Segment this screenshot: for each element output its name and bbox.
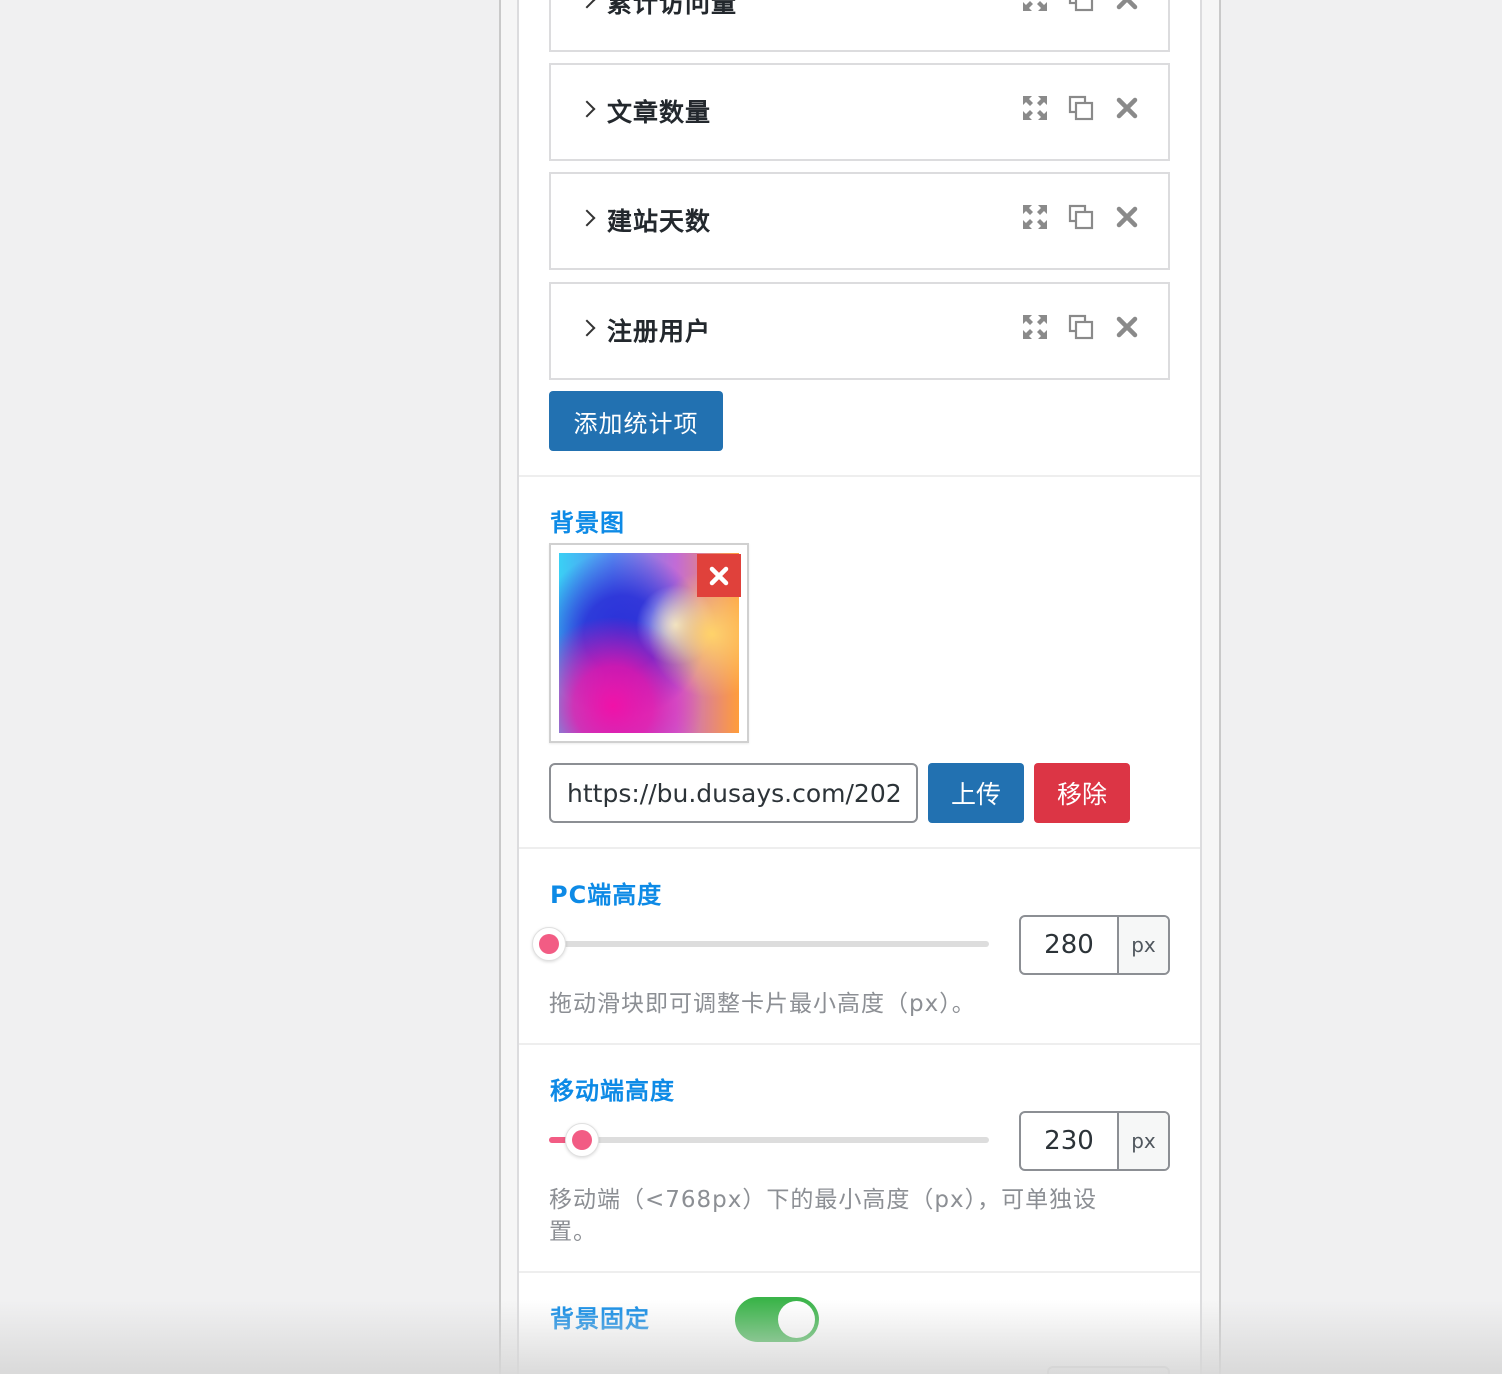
image-url-input[interactable] (549, 763, 918, 823)
pc-height-slider[interactable] (532, 927, 989, 961)
mobile-height-label: 移动端高度 (550, 1077, 675, 1105)
pc-height-unit: px (1119, 917, 1168, 973)
add-stat-button[interactable]: 添加统计项 (549, 391, 723, 451)
chevron-right-icon[interactable] (578, 100, 596, 118)
chevron-right-icon[interactable] (578, 209, 596, 227)
pc-height-help: 拖动滑块即可调整卡片最小高度（px）。 (549, 991, 976, 1017)
stat-item[interactable]: 累计访问量 (549, 0, 1170, 52)
mobile-height-input[interactable]: 230 px (1019, 1111, 1170, 1171)
stat-item-title: 累计访问量 (607, 0, 738, 18)
upload-button[interactable]: 上传 (928, 763, 1024, 823)
stat-item-title: 建站天数 (607, 207, 712, 236)
close-icon[interactable] (1114, 95, 1140, 121)
expand-icon[interactable] (1022, 204, 1048, 230)
mobile-height-slider[interactable] (549, 1123, 989, 1157)
chevron-right-icon[interactable] (578, 319, 596, 337)
section-divider (519, 847, 1200, 849)
copy-icon[interactable] (1068, 0, 1094, 12)
close-icon[interactable] (1114, 204, 1140, 230)
mobile-height-value[interactable]: 230 (1021, 1113, 1119, 1169)
section-divider (519, 1271, 1200, 1273)
partial-input[interactable] (1047, 1366, 1170, 1374)
pc-height-input[interactable]: 280 px (1019, 915, 1170, 975)
expand-icon[interactable] (1022, 0, 1048, 12)
stat-item-title: 注册用户 (607, 317, 712, 346)
remove-image-button[interactable] (697, 554, 741, 597)
close-icon (709, 566, 729, 585)
mobile-height-slider-thumb[interactable] (565, 1123, 599, 1157)
bg-fixed-label: 背景固定 (550, 1305, 650, 1333)
expand-icon[interactable] (1022, 95, 1048, 121)
pc-height-slider-thumb[interactable] (532, 927, 566, 961)
copy-icon[interactable] (1068, 95, 1094, 121)
background-image-label: 背景图 (550, 509, 625, 537)
section-divider (519, 475, 1200, 477)
toggle-knob (778, 1301, 815, 1338)
expand-icon[interactable] (1022, 314, 1048, 340)
mobile-height-help: 移动端（<768px）下的最小高度（px），可单独设置。 (549, 1187, 1098, 1245)
remove-button[interactable]: 移除 (1034, 763, 1130, 823)
stat-item[interactable]: 注册用户 (549, 282, 1170, 380)
bg-fixed-toggle[interactable] (735, 1297, 819, 1342)
close-icon[interactable] (1114, 0, 1140, 12)
chevron-right-icon[interactable] (578, 0, 596, 9)
close-icon[interactable] (1114, 314, 1140, 340)
image-preview (549, 543, 749, 743)
pc-height-label: PC端高度 (550, 881, 663, 909)
pc-height-value[interactable]: 280 (1021, 917, 1119, 973)
section-divider (519, 1043, 1200, 1045)
mobile-height-unit: px (1119, 1113, 1168, 1169)
stat-item-title: 文章数量 (607, 98, 712, 127)
copy-icon[interactable] (1068, 204, 1094, 230)
copy-icon[interactable] (1068, 314, 1094, 340)
stat-item[interactable]: 建站天数 (549, 172, 1170, 270)
stat-item[interactable]: 文章数量 (549, 63, 1170, 161)
